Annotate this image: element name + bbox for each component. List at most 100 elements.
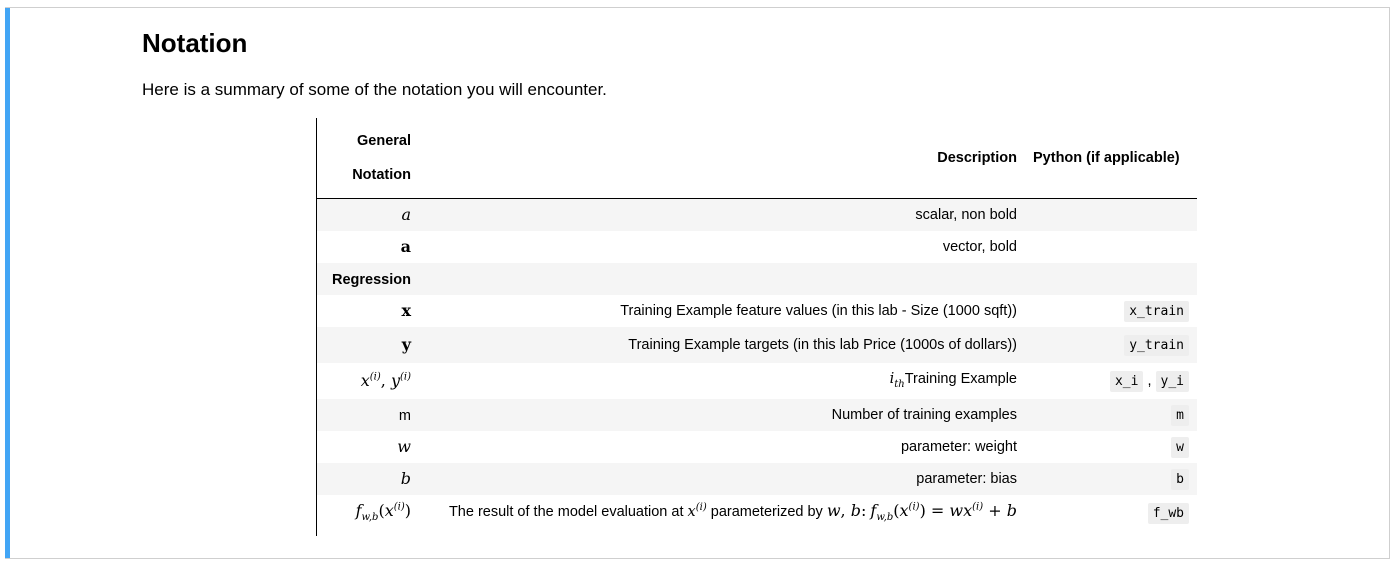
- scalar-notation: a: [401, 205, 411, 225]
- w: w: [949, 501, 964, 521]
- b-notation: b: [400, 469, 411, 488]
- sup-i: (i): [909, 502, 920, 513]
- plus: +: [988, 501, 1002, 521]
- x: x: [899, 501, 909, 521]
- table-row: a vector, bold: [317, 231, 1197, 263]
- table-row: a scalar, non bold: [317, 198, 1197, 231]
- table-row: x(i), y(i) ithTraining Example x_i , y_i: [317, 363, 1197, 399]
- description-cell: Training Example feature values (in this…: [620, 302, 1017, 319]
- table-row: w parameter: weight w: [317, 431, 1197, 463]
- rp: ): [702, 502, 707, 514]
- description-cell: [419, 263, 1025, 295]
- section-label-regression: Regression: [332, 272, 411, 288]
- description-cell: parameter: bias: [916, 470, 1017, 487]
- header-general-line2: Notation: [352, 167, 411, 183]
- description-text: Training Example: [904, 371, 1017, 388]
- intro-text: Here is a summary of some of the notatio…: [142, 80, 607, 99]
- description-cell: scalar, non bold: [915, 206, 1017, 223]
- python-cell: x_train: [1025, 295, 1197, 327]
- notation-table: General Notation Description Python (if …: [317, 118, 1197, 531]
- python-cell: [1025, 263, 1197, 295]
- rp: ): [979, 502, 984, 514]
- w: w: [826, 501, 841, 521]
- th-subscript: th: [894, 378, 905, 390]
- table-header-row: General Notation Description Python (if …: [317, 118, 1197, 199]
- description-cell: Number of training examples: [831, 406, 1017, 423]
- notation-cell: a: [317, 199, 419, 231]
- code-f-wb: f_wb: [1147, 502, 1189, 524]
- x: x: [963, 501, 973, 521]
- python-cell: [1025, 199, 1197, 231]
- x: x: [384, 501, 394, 521]
- code-y-i: y_i: [1155, 370, 1189, 392]
- sup-i: (i): [696, 503, 707, 514]
- x-symbol: x: [360, 371, 370, 390]
- model-equation: fw,b(x(i)) = wx(i) + b: [870, 501, 1017, 523]
- table-row: fw,b(x(i)) The result of the model evalu…: [317, 495, 1197, 531]
- i-th-notation: ith: [890, 371, 905, 390]
- table-row: Regression: [317, 262, 1197, 295]
- vector-notation: a: [400, 237, 411, 256]
- table-row: b parameter: bias b: [317, 462, 1197, 495]
- y-i-notation: y(i): [391, 371, 411, 390]
- python-cell: b: [1025, 463, 1197, 495]
- description-cell: ithTraining Example: [419, 363, 1025, 399]
- code-w: w: [1171, 436, 1189, 458]
- colon: :: [860, 501, 867, 521]
- y-symbol: y: [390, 371, 400, 390]
- description-cell: vector, bold: [942, 238, 1017, 255]
- comma: ,: [840, 501, 846, 521]
- wb-subscript: w,b: [361, 512, 379, 524]
- b: b: [850, 501, 861, 521]
- params-inline: w, b:: [827, 501, 867, 520]
- description-part-b: parameterized by: [710, 504, 823, 521]
- table-row: x Training Example feature values (in th…: [317, 295, 1197, 327]
- notation-cell: fw,b(x(i)): [317, 495, 419, 531]
- b: b: [1006, 501, 1017, 521]
- python-cell: x_i , y_i: [1025, 363, 1197, 399]
- python-cell: f_wb: [1025, 495, 1197, 531]
- page-title: Notation: [142, 28, 248, 58]
- code-x-i: x_i: [1109, 370, 1144, 392]
- notation-cell: b: [317, 463, 419, 495]
- rp: ): [407, 371, 411, 383]
- x-i-inline: x(i): [687, 503, 707, 521]
- x: x: [687, 504, 696, 521]
- code-m: m: [1171, 404, 1189, 426]
- features-notation: x: [401, 301, 411, 320]
- rp: ): [919, 501, 926, 521]
- header-general-line1: General: [357, 133, 411, 149]
- code-x-train: x_train: [1124, 300, 1189, 322]
- equals: =: [930, 501, 945, 521]
- wb-subscript: w,b: [876, 512, 894, 524]
- python-cell: [1025, 231, 1197, 263]
- sup-i: (i): [394, 502, 405, 513]
- w-notation: w: [397, 437, 411, 456]
- header-python: Python (if applicable): [1025, 118, 1197, 199]
- x-i-notation: x(i): [361, 371, 381, 390]
- description-part-a: The result of the model evaluation at: [448, 504, 684, 521]
- comma: ,: [380, 371, 386, 390]
- section-label-cell: Regression: [317, 263, 419, 295]
- sup-i: (i): [972, 502, 983, 513]
- notation-cell: m: [317, 399, 419, 431]
- table-row: m Number of training examples m: [317, 398, 1197, 431]
- python-cell: w: [1025, 431, 1197, 463]
- notation-cell: w: [317, 431, 419, 463]
- notation-cell: a: [317, 231, 419, 263]
- description-cell: Training Example targets (in this lab Pr…: [628, 336, 1017, 353]
- python-cell: m: [1025, 399, 1197, 431]
- notation-cell: y: [317, 327, 419, 363]
- description-cell: parameter: weight: [900, 438, 1017, 455]
- f-wb-notation: fw,b(x(i)): [356, 501, 411, 523]
- notation-cell: x(i), y(i): [317, 363, 419, 399]
- table-row: y Training Example targets (in this lab …: [317, 326, 1197, 363]
- description-cell: The result of the model evaluation at x(…: [419, 495, 1025, 531]
- python-cell: y_train: [1025, 327, 1197, 363]
- code-y-train: y_train: [1124, 334, 1189, 356]
- sup-i: (i): [400, 372, 411, 383]
- rp: ): [404, 501, 411, 521]
- notation-cell: x: [317, 295, 419, 327]
- header-description: Description: [419, 118, 1025, 199]
- sup-i: (i): [370, 372, 381, 383]
